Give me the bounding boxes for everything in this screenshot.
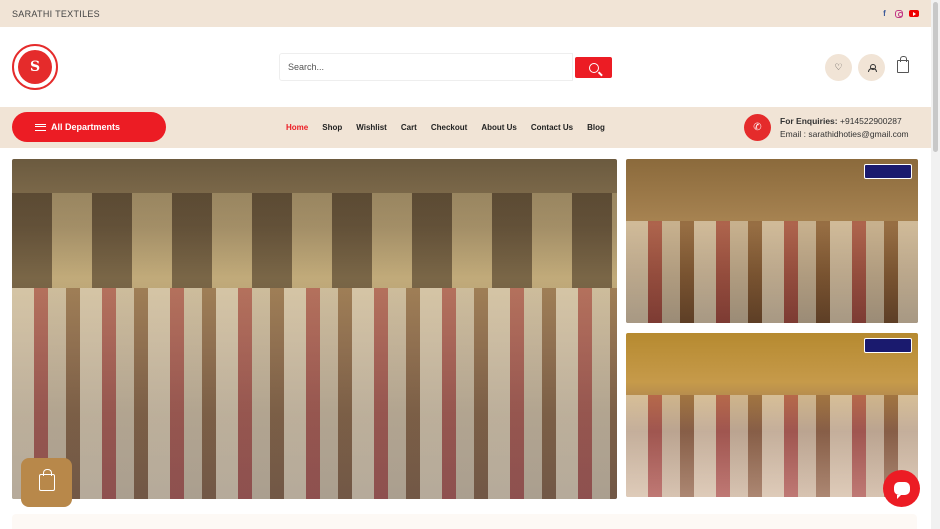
top-bar: SARATHI TEXTILES f: [0, 0, 931, 27]
menu-checkout[interactable]: Checkout: [431, 123, 467, 132]
next-section-strip: [12, 514, 917, 529]
all-departments-label: All Departments: [51, 122, 121, 132]
account-button[interactable]: [858, 54, 885, 81]
menu-home[interactable]: Home: [286, 123, 308, 132]
enquiry-phone[interactable]: +914522900287: [840, 116, 902, 126]
menu-cart[interactable]: Cart: [401, 123, 417, 132]
header: S ♡: [0, 27, 931, 107]
phone-icon[interactable]: ✆: [744, 114, 771, 141]
enquiry-label: For Enquiries:: [780, 116, 838, 126]
channel-logo-badge: [864, 164, 912, 179]
menu-about-us[interactable]: About Us: [481, 123, 517, 132]
chat-bubble-icon: [893, 482, 910, 499]
menu-contact-us[interactable]: Contact Us: [531, 123, 573, 132]
top-brand-text: SARATHI TEXTILES: [12, 8, 100, 19]
youtube-icon[interactable]: [909, 10, 919, 17]
channel-logo-badge: [864, 338, 912, 353]
side-banner-image-1[interactable]: [626, 159, 918, 323]
enquiry-email[interactable]: sarathidhoties@gmail.com: [808, 129, 908, 139]
main-menu: Home Shop Wishlist Cart Checkout About U…: [286, 107, 605, 148]
hero-arches: [12, 193, 617, 289]
facebook-icon[interactable]: f: [880, 9, 889, 18]
search-input[interactable]: [279, 53, 573, 81]
cart-bag-icon[interactable]: [897, 56, 909, 73]
logo-mark: S: [18, 50, 52, 84]
user-icon: [868, 63, 877, 72]
hero-section: [0, 148, 931, 529]
instagram-icon[interactable]: [895, 9, 903, 18]
side-photo-1-people: [626, 221, 918, 323]
hero-group-photo: [12, 288, 617, 499]
menu-shop[interactable]: Shop: [322, 123, 342, 132]
email-label: Email :: [780, 129, 806, 139]
scrollbar-thumb[interactable]: [933, 2, 938, 152]
hero-banner-image[interactable]: [12, 159, 617, 499]
search-button[interactable]: [575, 57, 612, 78]
wishlist-button[interactable]: ♡: [825, 54, 852, 81]
nav-bar: All Departments Home Shop Wishlist Cart …: [0, 107, 931, 148]
chat-button[interactable]: [883, 470, 920, 507]
shopping-bag-icon: [38, 469, 55, 491]
side-banner-image-2[interactable]: [626, 333, 918, 497]
enquiry-info: For Enquiries: +914522900287 Email : sar…: [780, 115, 909, 141]
menu-blog[interactable]: Blog: [587, 123, 605, 132]
menu-wishlist[interactable]: Wishlist: [356, 123, 387, 132]
site-logo[interactable]: S: [12, 44, 58, 90]
floating-cart-button[interactable]: [21, 458, 72, 507]
page-scrollbar[interactable]: [931, 0, 940, 529]
heart-icon: ♡: [834, 62, 843, 72]
side-photo-2-people: [626, 395, 918, 497]
search-icon: [588, 62, 599, 73]
all-departments-button[interactable]: All Departments: [12, 112, 166, 142]
hamburger-icon: [35, 123, 46, 131]
social-links: f: [880, 9, 919, 18]
